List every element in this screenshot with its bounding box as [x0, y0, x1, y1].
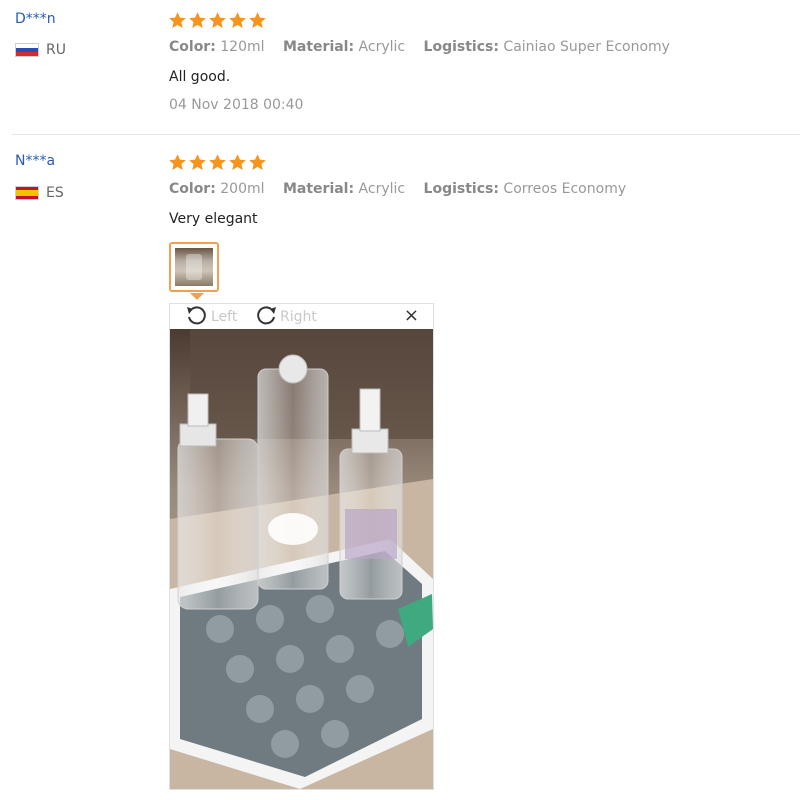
rotate-right-icon	[252, 303, 280, 331]
star-icon	[248, 11, 267, 30]
star-rating	[168, 11, 267, 30]
rotate-left-icon	[183, 303, 211, 331]
attr-material: Material: Acrylic	[282, 39, 406, 55]
thumbnail-image	[175, 248, 213, 286]
star-icon	[248, 153, 267, 172]
star-icon	[168, 153, 187, 172]
star-icon	[208, 153, 227, 172]
rotate-left-label: Left	[211, 308, 238, 325]
reviewer-name[interactable]: N***a	[15, 153, 55, 169]
review-attributes: Color: 120ml Material: Acrylic Logistics…	[169, 39, 684, 55]
star-icon	[228, 153, 247, 172]
review-item: N***a ES Color: 200ml Material: Acrylic …	[0, 136, 800, 800]
thumbnail-pointer	[190, 293, 204, 300]
attr-color: Color: 200ml	[169, 181, 265, 197]
attr-material: Material: Acrylic	[282, 181, 406, 197]
attr-color: Color: 120ml	[169, 39, 265, 55]
rotate-left-button[interactable]: Left	[183, 304, 237, 329]
review-photo	[170, 329, 433, 789]
close-icon[interactable]: ×	[404, 307, 419, 325]
russia-flag-icon	[15, 43, 39, 57]
reviewer-country: ES	[15, 185, 64, 201]
review-text: Very elegant	[169, 211, 258, 227]
rotate-right-button[interactable]: Right	[252, 304, 317, 329]
review-item: D***n RU Color: 120ml Material: Acrylic …	[0, 0, 800, 134]
star-icon	[168, 11, 187, 30]
star-icon	[188, 153, 207, 172]
photo-viewer: Left Right ×	[169, 303, 434, 790]
review-divider	[12, 134, 800, 135]
star-icon	[228, 11, 247, 30]
attr-logistics: Logistics: Correos Economy	[423, 181, 627, 197]
star-icon	[208, 11, 227, 30]
rotate-right-label: Right	[280, 308, 317, 325]
star-icon	[188, 11, 207, 30]
viewer-toolbar: Left Right ×	[170, 304, 433, 329]
spain-flag-icon	[15, 186, 39, 200]
country-code: RU	[46, 42, 66, 58]
reviewer-country: RU	[15, 42, 66, 58]
reviewer-name[interactable]: D***n	[15, 11, 56, 27]
star-rating	[168, 153, 267, 172]
review-photo-thumbnail[interactable]	[169, 242, 219, 292]
attr-logistics: Logistics: Cainiao Super Economy	[423, 39, 670, 55]
review-attributes: Color: 200ml Material: Acrylic Logistics…	[169, 181, 640, 197]
country-code: ES	[46, 185, 64, 201]
review-date: 04 Nov 2018 00:40	[169, 97, 304, 113]
review-text: All good.	[169, 69, 231, 85]
